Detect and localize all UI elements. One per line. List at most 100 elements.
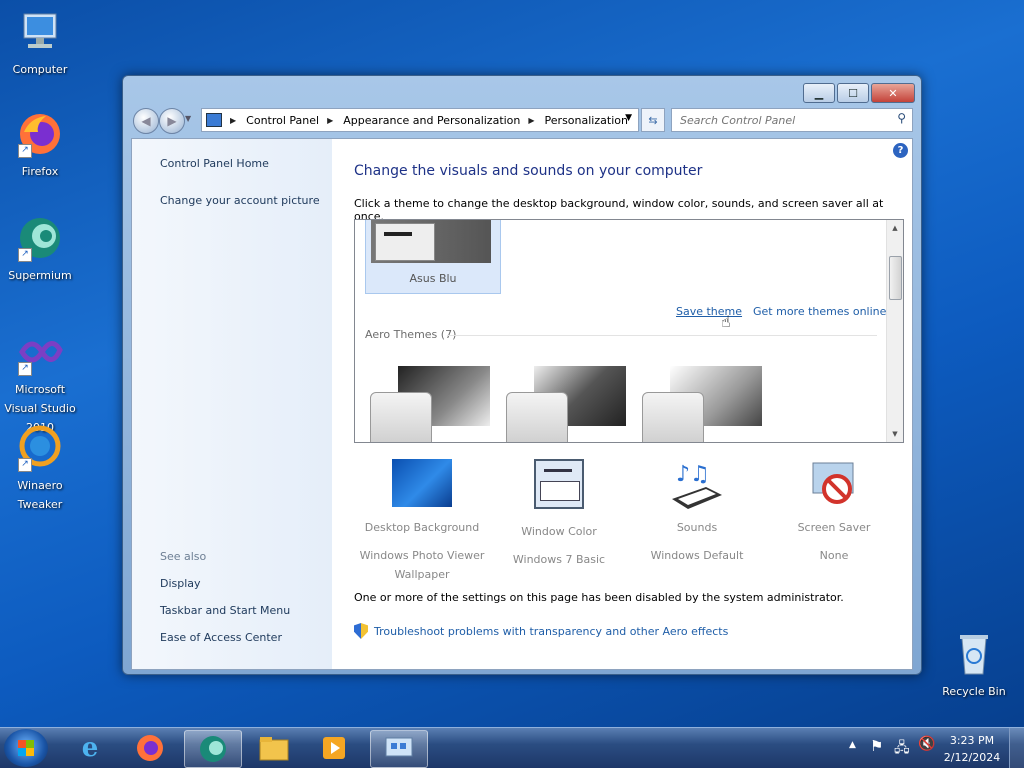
get-more-themes-link[interactable]: Get more themes online xyxy=(753,305,886,318)
theme-color-swatch xyxy=(642,392,704,442)
breadcrumb-separator-icon[interactable]: ▶ xyxy=(230,116,236,125)
clock-date: 2/12/2024 xyxy=(943,751,1001,764)
control-panel-icon xyxy=(206,113,222,127)
desktop-icon-winaero-tweaker[interactable]: ↗ Winaero Tweaker xyxy=(0,424,80,514)
taskbar-supermium[interactable] xyxy=(184,730,242,768)
internet-explorer-icon: e xyxy=(81,733,99,763)
minimize-button[interactable]: ▁ xyxy=(803,83,835,103)
link-change-account-picture[interactable]: Change your account picture xyxy=(160,194,320,207)
theme-name: Asus Blu xyxy=(409,272,457,285)
search-icon[interactable]: ⚲ xyxy=(897,111,906,125)
link-taskbar-start-menu[interactable]: Taskbar and Start Menu xyxy=(160,604,290,617)
scroll-down-icon[interactable]: ▼ xyxy=(887,430,903,438)
breadcrumb-appearance[interactable]: Appearance and Personalization xyxy=(343,114,520,127)
setting-title: Window Color xyxy=(521,525,597,538)
theme-item[interactable] xyxy=(506,360,636,442)
address-bar[interactable]: ▶ Control Panel ▶ Appearance and Persona… xyxy=(201,108,639,132)
control-panel-icon xyxy=(385,737,413,757)
show-desktop-button[interactable] xyxy=(1009,728,1024,768)
desktop-icon-computer[interactable]: Computer xyxy=(0,8,80,79)
media-player-icon xyxy=(323,737,345,759)
desktop-icon-recycle-bin[interactable]: Recycle Bin xyxy=(934,630,1014,701)
scrollbar-thumb[interactable] xyxy=(889,256,902,300)
folder-icon xyxy=(259,737,289,761)
back-button[interactable]: ◀ xyxy=(133,108,159,134)
link-ease-of-access[interactable]: Ease of Access Center xyxy=(160,631,282,644)
firefox-icon xyxy=(137,735,163,761)
taskbar-internet-explorer[interactable]: e xyxy=(62,730,118,766)
setting-sounds[interactable]: ♪♫ Sounds Windows Default xyxy=(632,459,762,565)
theme-item[interactable] xyxy=(642,360,772,442)
help-icon[interactable]: ? xyxy=(893,143,908,158)
setting-title: Desktop Background xyxy=(364,521,480,534)
address-dropdown-icon[interactable]: ▼ xyxy=(625,113,632,123)
troubleshoot-link[interactable]: Troubleshoot problems with transparency … xyxy=(354,623,728,639)
setting-title: Sounds xyxy=(676,521,718,534)
desktop-background-icon xyxy=(392,459,452,507)
left-pane: Control Panel Home Change your account p… xyxy=(132,139,332,669)
theme-item[interactable] xyxy=(370,360,500,442)
taskbar-control-panel[interactable] xyxy=(370,730,428,768)
setting-value: None xyxy=(819,549,849,562)
breadcrumb-personalization[interactable]: Personalization xyxy=(545,114,628,127)
aero-themes-header: Aero Themes (7) xyxy=(365,328,457,341)
screen-saver-icon xyxy=(803,459,865,511)
supermium-icon xyxy=(200,736,226,762)
theme-list-scrollbar[interactable]: ▲ ▼ xyxy=(886,220,903,442)
title-buttons: ▁ ☐ ✕ xyxy=(803,83,915,103)
window-color-icon xyxy=(534,459,584,509)
shortcut-arrow-icon: ↗ xyxy=(18,144,32,158)
shortcut-arrow-icon: ↗ xyxy=(18,248,32,262)
recent-pages-dropdown[interactable]: ▼ xyxy=(185,114,191,123)
desktop-icon-label: Firefox xyxy=(21,165,59,178)
content-area: Control Panel Home Change your account p… xyxy=(131,138,913,670)
breadcrumb-control-panel[interactable]: Control Panel xyxy=(246,114,319,127)
desktop-icon-label: Recycle Bin xyxy=(942,685,1006,698)
forward-button[interactable]: ▶ xyxy=(159,108,185,134)
clock[interactable]: 3:23 PM 2/12/2024 xyxy=(942,732,1002,766)
setting-value: Windows 7 Basic xyxy=(512,553,606,566)
scroll-up-icon[interactable]: ▲ xyxy=(887,224,903,232)
volume-muted-icon[interactable]: 🔇 xyxy=(918,736,935,752)
search-input[interactable] xyxy=(678,109,882,131)
visual-studio-icon: ↗ xyxy=(16,328,64,376)
setting-title: Screen Saver xyxy=(797,521,871,534)
desktop-icon-firefox[interactable]: ↗ Firefox xyxy=(0,110,80,181)
troubleshoot-link-label[interactable]: Troubleshoot problems with transparency … xyxy=(374,625,728,638)
action-center-flag-icon[interactable]: ⚑ xyxy=(870,737,883,755)
start-button[interactable] xyxy=(4,729,48,767)
shortcut-arrow-icon: ↗ xyxy=(18,362,32,376)
setting-desktop-background[interactable]: Desktop Background Windows Photo Viewer … xyxy=(357,459,487,584)
setting-screen-saver[interactable]: Screen Saver None xyxy=(769,459,899,565)
shield-icon xyxy=(354,623,368,639)
sounds-icon: ♪♫ xyxy=(666,459,728,511)
taskbar-firefox[interactable] xyxy=(122,730,178,766)
desktop-icon-visual-studio[interactable]: ↗ Microsoft Visual Studio 2010 xyxy=(0,328,80,437)
taskbar-media-player[interactable] xyxy=(306,730,362,766)
link-control-panel-home[interactable]: Control Panel Home xyxy=(160,157,269,170)
theme-item-selected[interactable]: Asus Blu xyxy=(365,220,501,294)
refresh-button[interactable]: ⇆ xyxy=(641,108,665,132)
save-theme-link[interactable]: Save theme xyxy=(676,305,742,318)
show-hidden-icons-icon[interactable]: ▲ xyxy=(849,740,856,750)
breadcrumb-separator-icon[interactable]: ▶ xyxy=(327,116,333,125)
theme-list: Asus Blu Save theme ☝ Get more themes on… xyxy=(354,219,904,443)
computer-icon xyxy=(16,8,64,56)
network-icon[interactable]: 🖧 xyxy=(894,737,910,761)
search-box: ⚲ xyxy=(671,108,913,132)
setting-window-color[interactable]: Window Color Windows 7 Basic xyxy=(494,459,624,569)
maximize-button[interactable]: ☐ xyxy=(837,83,869,103)
clock-time: 3:23 PM xyxy=(949,734,995,747)
close-button[interactable]: ✕ xyxy=(871,83,915,103)
desktop-icon-supermium[interactable]: ↗ Supermium xyxy=(0,214,80,285)
breadcrumb-separator-icon[interactable]: ▶ xyxy=(528,116,534,125)
theme-color-swatch xyxy=(506,392,568,442)
section-divider xyxy=(447,335,877,336)
setting-value: Windows Photo Viewer Wallpaper xyxy=(359,549,485,581)
taskbar: e ▲ ⚑ 🖧 🔇 3:23 PM 2/12/2024 xyxy=(0,727,1024,768)
navigation-bar: ◀ ▶ ▼ ▶ Control Panel ▶ Appearance and P… xyxy=(131,107,913,134)
link-display[interactable]: Display xyxy=(160,577,201,590)
setting-value: Windows Default xyxy=(650,549,744,562)
taskbar-explorer[interactable] xyxy=(246,730,302,766)
shortcut-arrow-icon: ↗ xyxy=(18,458,32,472)
